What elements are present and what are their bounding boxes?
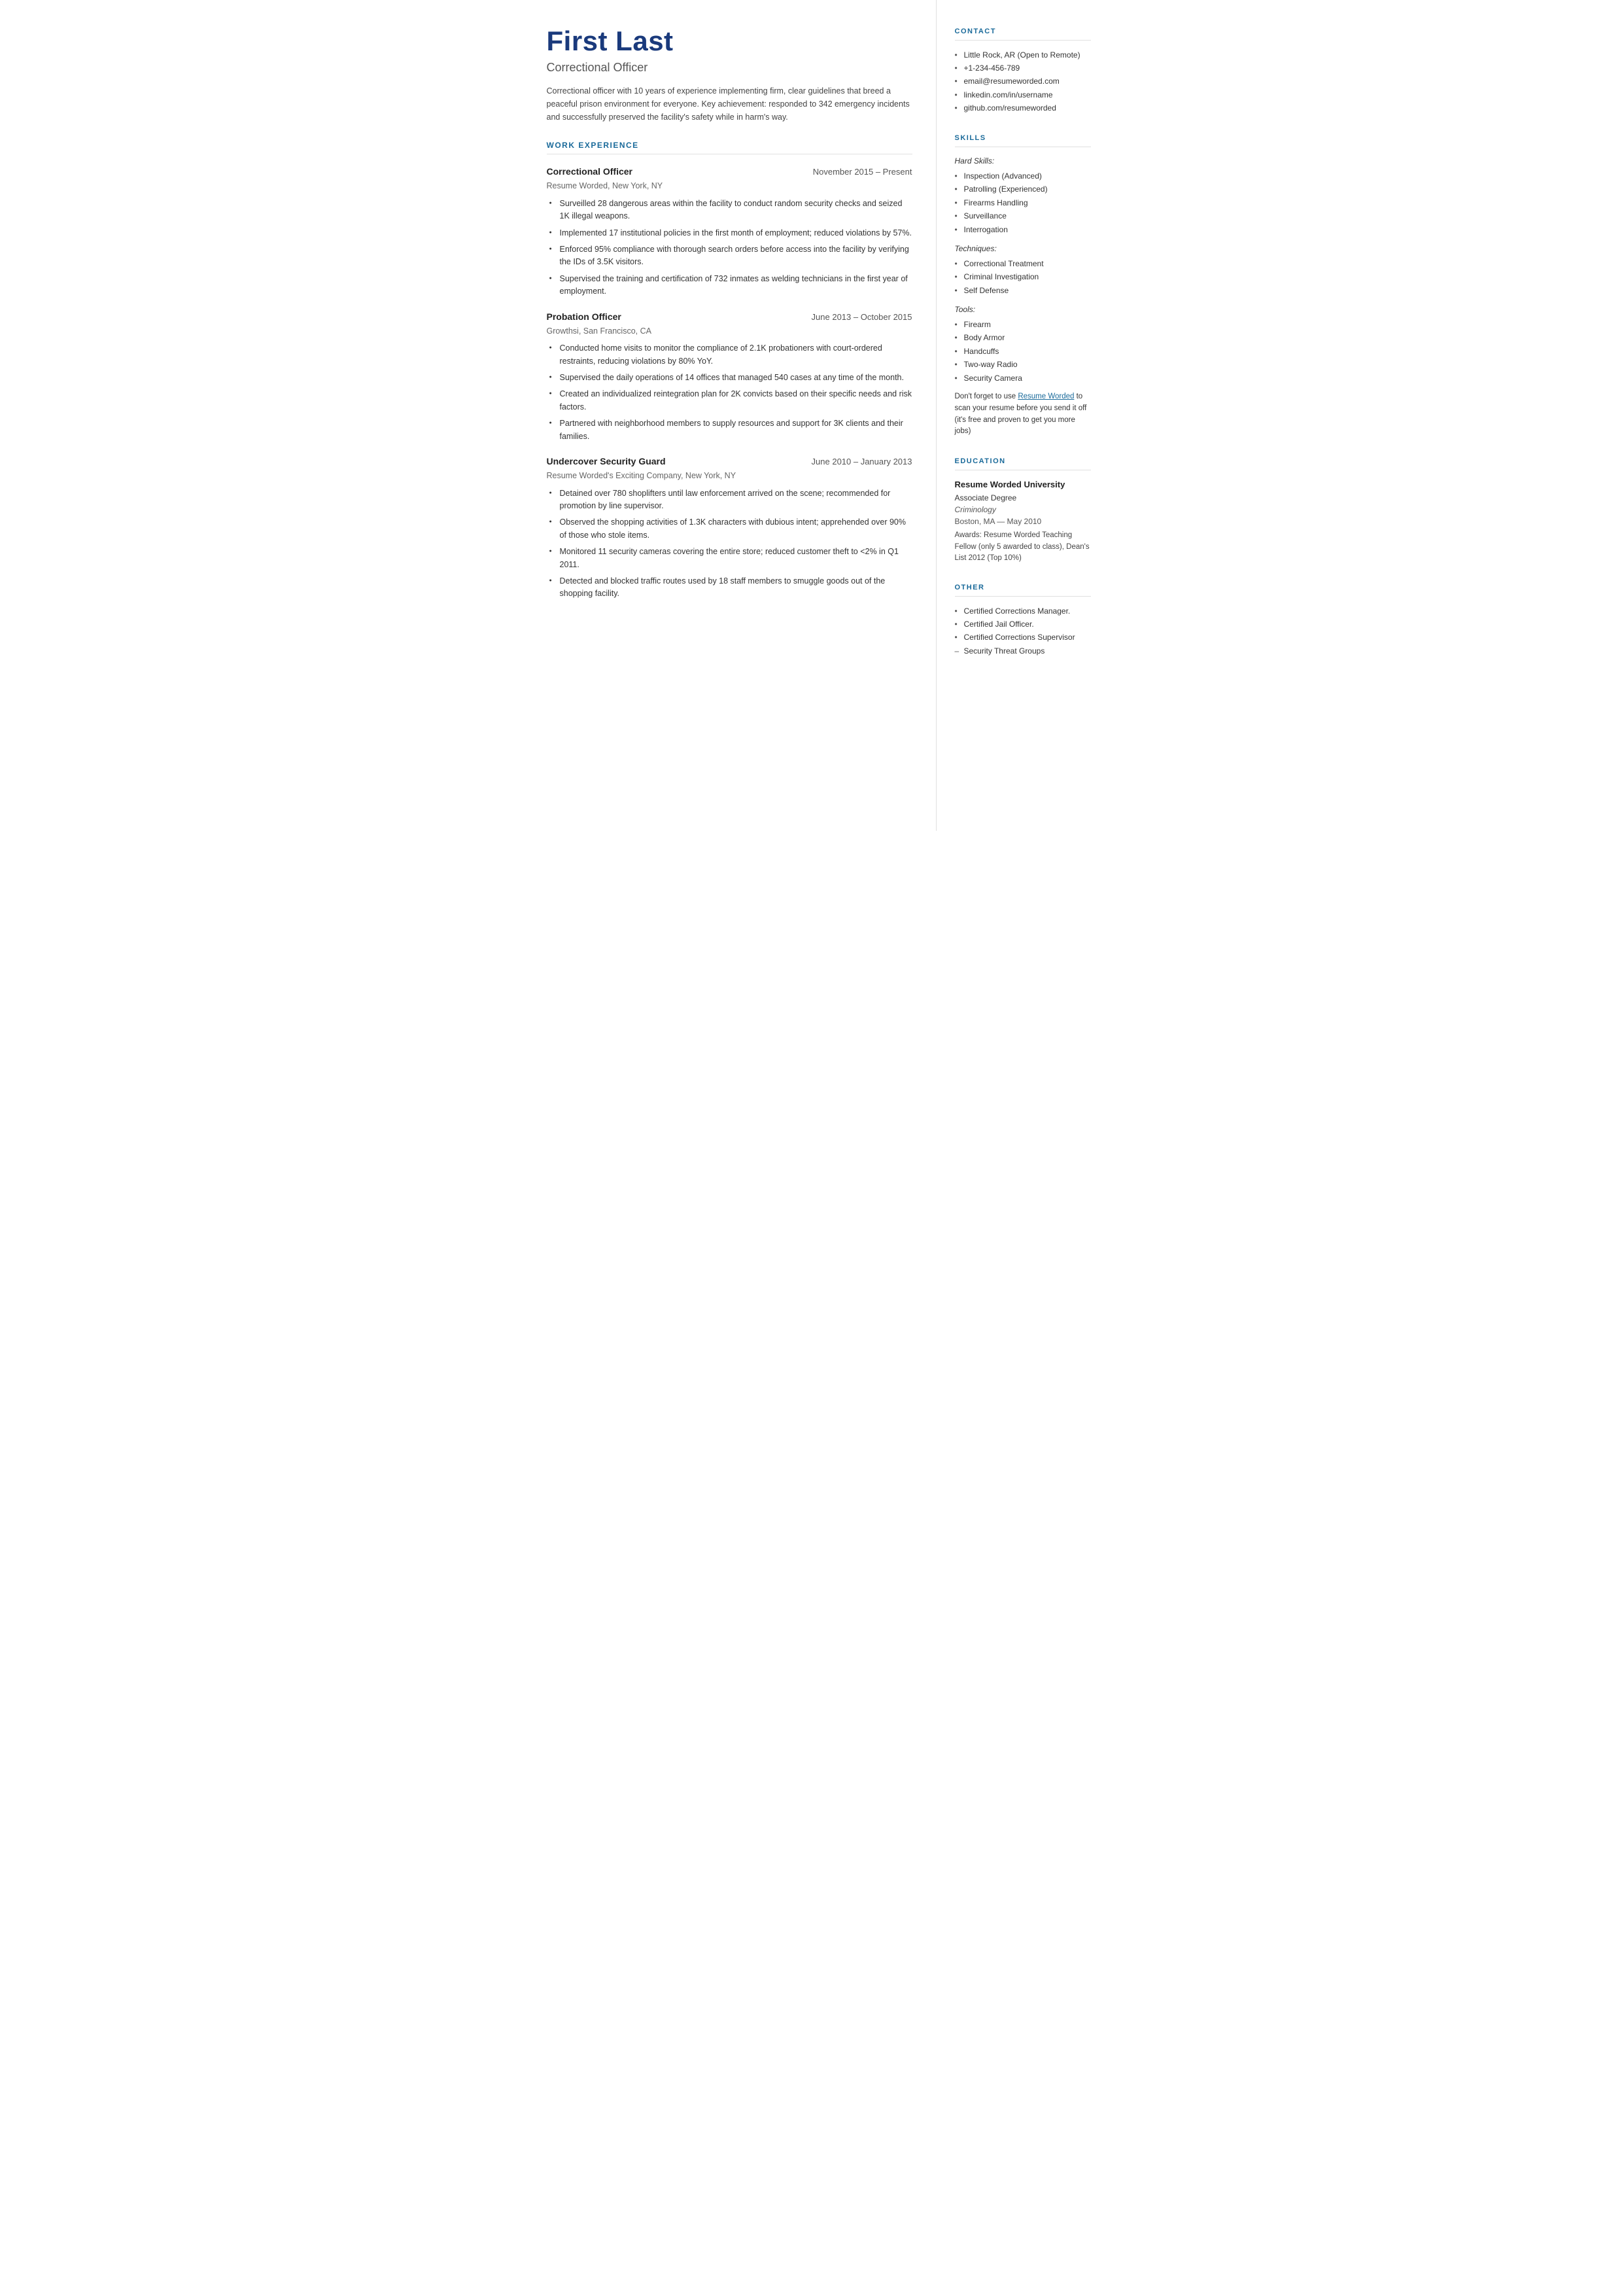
job-1-bullet-3: Enforced 95% compliance with thorough se… [547, 243, 912, 269]
skills-section-title: SKILLS [955, 133, 1091, 147]
techniques-list: Correctional Treatment Criminal Investig… [955, 257, 1091, 297]
other-item-3: Certified Corrections Supervisor [955, 631, 1091, 644]
hard-skills-list: Inspection (Advanced) Patrolling (Experi… [955, 169, 1091, 236]
job-1-title: Correctional Officer [547, 165, 632, 179]
tool-security-camera: Security Camera [955, 372, 1091, 385]
skill-firearms-handling: Firearms Handling [955, 196, 1091, 209]
job-3-bullet-1: Detained over 780 shoplifters until law … [547, 487, 912, 513]
technique-criminal: Criminal Investigation [955, 270, 1091, 283]
tool-two-way-radio: Two-way Radio [955, 358, 1091, 371]
job-2: Probation Officer June 2013 – October 20… [547, 310, 912, 443]
job-1: Correctional Officer November 2015 – Pre… [547, 165, 912, 298]
job-1-dates: November 2015 – Present [813, 166, 912, 179]
job-3-dates: June 2010 – January 2013 [812, 455, 912, 468]
resume-page: First Last Correctional Officer Correcti… [518, 0, 1107, 831]
tools-list: Firearm Body Armor Handcuffs Two-way Rad… [955, 318, 1091, 385]
other-section: OTHER Certified Corrections Manager. Cer… [955, 582, 1091, 657]
contact-section: CONTACT Little Rock, AR (Open to Remote)… [955, 26, 1091, 114]
job-3-bullets: Detained over 780 shoplifters until law … [547, 487, 912, 601]
edu-school: Resume Worded University [955, 478, 1091, 491]
tool-firearm: Firearm [955, 318, 1091, 331]
contact-location: Little Rock, AR (Open to Remote) [955, 48, 1091, 61]
candidate-name: First Last [547, 26, 912, 56]
other-list: Certified Corrections Manager. Certified… [955, 604, 1091, 658]
contact-github: github.com/resumeworded [955, 101, 1091, 114]
job-1-header: Correctional Officer November 2015 – Pre… [547, 165, 912, 179]
job-2-dates: June 2013 – October 2015 [812, 311, 912, 324]
job-1-bullet-1: Surveilled 28 dangerous areas within the… [547, 198, 912, 223]
job-3-company: Resume Worded's Exciting Company, New Yo… [547, 470, 912, 482]
contact-section-title: CONTACT [955, 26, 1091, 41]
edu-awards: Awards: Resume Worded Teaching Fellow (o… [955, 530, 1091, 564]
contact-linkedin: linkedin.com/in/username [955, 88, 1091, 101]
tool-body-armor: Body Armor [955, 331, 1091, 344]
job-1-bullets: Surveilled 28 dangerous areas within the… [547, 198, 912, 298]
job-2-bullet-2: Supervised the daily operations of 14 of… [547, 372, 912, 384]
job-2-bullet-4: Partnered with neighborhood members to s… [547, 417, 912, 443]
job-3-bullet-4: Detected and blocked traffic routes used… [547, 575, 912, 601]
skills-note: Don't forget to use Resume Worded to sca… [955, 391, 1091, 438]
skill-inspection: Inspection (Advanced) [955, 169, 1091, 183]
job-1-company: Resume Worded, New York, NY [547, 180, 912, 192]
other-item-4: Security Threat Groups [955, 644, 1091, 657]
edu-degree: Associate Degree [955, 492, 1091, 504]
contact-phone: +1-234-456-789 [955, 61, 1091, 75]
contact-email: email@resumeworded.com [955, 75, 1091, 88]
candidate-title: Correctional Officer [547, 59, 912, 77]
other-section-title: OTHER [955, 582, 1091, 597]
job-3-bullet-3: Monitored 11 security cameras covering t… [547, 546, 912, 571]
education-section-title: EDUCATION [955, 456, 1091, 470]
techniques-label: Techniques: [955, 243, 1091, 254]
hard-skills-label: Hard Skills: [955, 155, 1091, 167]
job-2-header: Probation Officer June 2013 – October 20… [547, 310, 912, 324]
sidebar: CONTACT Little Rock, AR (Open to Remote)… [937, 0, 1107, 831]
contact-list: Little Rock, AR (Open to Remote) +1-234-… [955, 48, 1091, 115]
other-item-1: Certified Corrections Manager. [955, 604, 1091, 618]
job-3-title: Undercover Security Guard [547, 455, 666, 468]
skill-surveillance: Surveillance [955, 209, 1091, 222]
technique-self-defense: Self Defense [955, 284, 1091, 297]
job-2-bullets: Conducted home visits to monitor the com… [547, 342, 912, 443]
job-2-bullet-3: Created an individualized reintegration … [547, 388, 912, 413]
edu-location: Boston, MA — May 2010 [955, 516, 1091, 527]
job-1-bullet-4: Supervised the training and certificatio… [547, 273, 912, 298]
edu-field: Criminology [955, 504, 1091, 516]
resume-worded-link[interactable]: Resume Worded [1018, 393, 1074, 400]
candidate-summary: Correctional officer with 10 years of ex… [547, 84, 912, 124]
tool-handcuffs: Handcuffs [955, 345, 1091, 358]
education-section: EDUCATION Resume Worded University Assoc… [955, 456, 1091, 564]
job-3-header: Undercover Security Guard June 2010 – Ja… [547, 455, 912, 468]
technique-correctional: Correctional Treatment [955, 257, 1091, 270]
tools-label: Tools: [955, 304, 1091, 315]
other-item-2: Certified Jail Officer. [955, 618, 1091, 631]
skill-interrogation: Interrogation [955, 223, 1091, 236]
skills-note-prefix: Don't forget to use [955, 393, 1018, 400]
skill-patrolling: Patrolling (Experienced) [955, 183, 1091, 196]
job-3: Undercover Security Guard June 2010 – Ja… [547, 455, 912, 601]
job-3-bullet-2: Observed the shopping activities of 1.3K… [547, 516, 912, 542]
work-experience-section-title: WORK EXPERIENCE [547, 139, 912, 154]
main-column: First Last Correctional Officer Correcti… [518, 0, 937, 831]
job-2-company: Growthsi, San Francisco, CA [547, 325, 912, 338]
skills-section: SKILLS Hard Skills: Inspection (Advanced… [955, 133, 1091, 438]
job-1-bullet-2: Implemented 17 institutional policies in… [547, 227, 912, 239]
job-2-title: Probation Officer [547, 310, 621, 324]
job-2-bullet-1: Conducted home visits to monitor the com… [547, 342, 912, 368]
